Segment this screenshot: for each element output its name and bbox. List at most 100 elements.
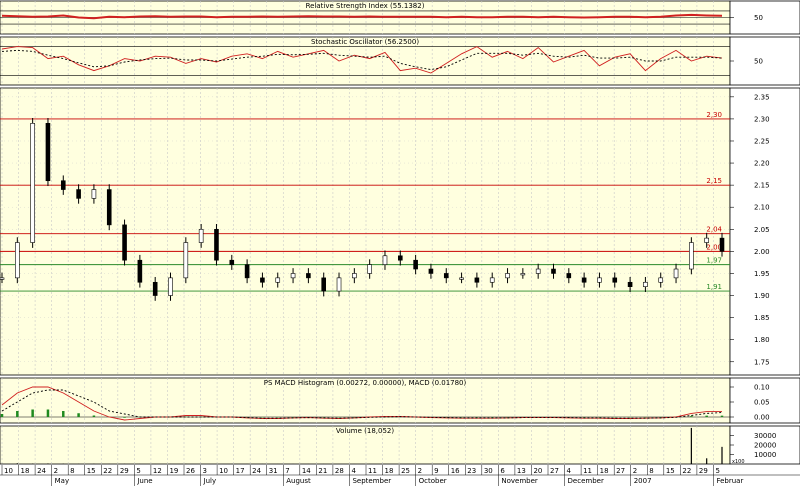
price-bar xyxy=(704,237,709,243)
price-bar xyxy=(229,259,235,265)
x-tick-label: 8 xyxy=(649,467,653,475)
x-tick-label: 31 xyxy=(269,467,278,475)
x-tick-label: 17 xyxy=(236,467,245,475)
x-tick-label: 23 xyxy=(467,467,476,475)
y-tick-label: 10000 xyxy=(754,451,776,459)
x-tick-label: 3 xyxy=(203,467,207,475)
price-bar xyxy=(489,277,495,283)
x-tick-label: 26 xyxy=(186,467,195,475)
x-month-label: 2007 xyxy=(634,477,652,485)
x-tick-label: 5 xyxy=(715,467,719,475)
x-month-label: Februar xyxy=(716,477,743,485)
y-tick-label: 20000 xyxy=(754,442,776,450)
panel-title: Volume (18,052) xyxy=(336,427,394,435)
price-bar xyxy=(551,268,556,274)
price-bar xyxy=(275,277,281,283)
panel-macd: PS MACD Histogram (0.00272, 0.00000), MA… xyxy=(0,377,800,424)
price-bar xyxy=(76,189,81,199)
panel-background xyxy=(0,87,731,376)
x-tick-label: 5 xyxy=(136,467,140,475)
price-bar xyxy=(60,180,66,190)
x-tick-label: 12 xyxy=(153,467,162,475)
y-tick-label: 0.00 xyxy=(754,414,770,422)
x-tick-label: 21 xyxy=(318,467,327,475)
panel-title: Stochastic Oscillator (56.2500) xyxy=(311,38,419,46)
panel-title: PS MACD Histogram (0.00272, 0.00000), MA… xyxy=(264,379,467,387)
panel-volume: Volume (18,052) 30000 2000010000 x100 xyxy=(0,425,800,465)
x-tick-label: 11 xyxy=(583,467,592,475)
price-bar xyxy=(505,273,510,279)
chart-panels: Relative Strength Index (55.1382)50Stoch… xyxy=(0,0,800,465)
y-tick-label: 2.35 xyxy=(754,93,770,101)
price-bar xyxy=(397,255,403,261)
price-bar xyxy=(260,277,265,283)
panel-title: Relative Strength Index (55.1382) xyxy=(306,2,425,10)
y-tick-label: 0.10 xyxy=(754,384,770,392)
x-tick-label: 4 xyxy=(351,467,356,475)
y-tick-label: 50 xyxy=(754,14,763,22)
price-bar xyxy=(122,224,127,261)
x-tick-label: 10 xyxy=(219,467,228,475)
price-bar xyxy=(183,242,189,279)
price-bar xyxy=(106,189,112,226)
price-bar xyxy=(413,259,418,270)
y-tick-label: 2.05 xyxy=(754,226,770,234)
axis-unit-label: x100 xyxy=(732,459,745,465)
price-bar xyxy=(428,268,434,274)
price-bar xyxy=(520,273,526,276)
price-bar xyxy=(658,277,664,283)
y-tick-label: 2.20 xyxy=(754,160,770,168)
x-tick-label: 13 xyxy=(517,467,526,475)
x-tick-label: 27 xyxy=(550,467,559,475)
level-label: 1,91 xyxy=(706,283,722,291)
y-tick-label: 2.30 xyxy=(754,115,770,123)
y-tick-label: 1.85 xyxy=(754,314,770,322)
panel-axis-area xyxy=(729,36,800,86)
price-bar xyxy=(673,268,679,279)
x-tick-label: 10 xyxy=(4,467,13,475)
y-tick-label: 0.05 xyxy=(754,399,770,407)
price-bar xyxy=(367,264,372,274)
price-bar xyxy=(459,277,464,280)
price-bar xyxy=(382,255,388,265)
x-tick-label: 28 xyxy=(335,467,344,475)
price-bar xyxy=(689,242,694,270)
price-bar xyxy=(597,277,602,283)
y-tick-label: 50 xyxy=(754,58,763,66)
x-tick-label: 27 xyxy=(616,467,625,475)
x-tick-label: 29 xyxy=(699,467,708,475)
x-tick-label: 4 xyxy=(567,467,572,475)
x-month-label: December xyxy=(568,477,604,485)
level-label: 2,04 xyxy=(706,226,722,234)
x-month-label: October xyxy=(419,477,447,485)
price-bar xyxy=(91,189,97,199)
y-tick-label: 2.00 xyxy=(754,248,770,256)
x-tick-label: 2 xyxy=(633,467,637,475)
x-month-label: May xyxy=(55,477,69,485)
price-bar xyxy=(321,277,327,292)
y-tick-label: 1.80 xyxy=(754,336,770,344)
level-label: 1,97 xyxy=(706,257,722,265)
x-month-label: August xyxy=(286,477,311,485)
x-tick-label: 8 xyxy=(70,467,74,475)
y-tick-label: 2.15 xyxy=(754,182,770,190)
level-label: 2,00 xyxy=(706,243,722,251)
panel-stochastic: Stochastic Oscillator (56.2500) 50 xyxy=(0,36,800,86)
panel-rsi: Relative Strength Index (55.1382) 50 xyxy=(0,0,800,35)
price-bar xyxy=(45,123,51,182)
price-bar xyxy=(198,228,204,243)
price-bar xyxy=(214,228,219,261)
x-tick-label: 30 xyxy=(484,467,493,475)
x-tick-label: 14 xyxy=(302,467,311,475)
price-bar xyxy=(443,273,449,279)
price-bar xyxy=(535,268,541,274)
y-tick-label: 2.25 xyxy=(754,137,770,145)
y-tick-label: 1.95 xyxy=(754,270,770,278)
price-bar xyxy=(581,277,587,283)
panel-axis-area xyxy=(729,0,800,35)
x-tick-label: 2 xyxy=(54,467,58,475)
price-bar xyxy=(336,277,342,292)
stock-chart: Relative Strength Index (55.1382)50Stoch… xyxy=(0,0,800,486)
y-tick-label: 2.10 xyxy=(754,204,770,212)
x-month-label: November xyxy=(501,477,538,485)
